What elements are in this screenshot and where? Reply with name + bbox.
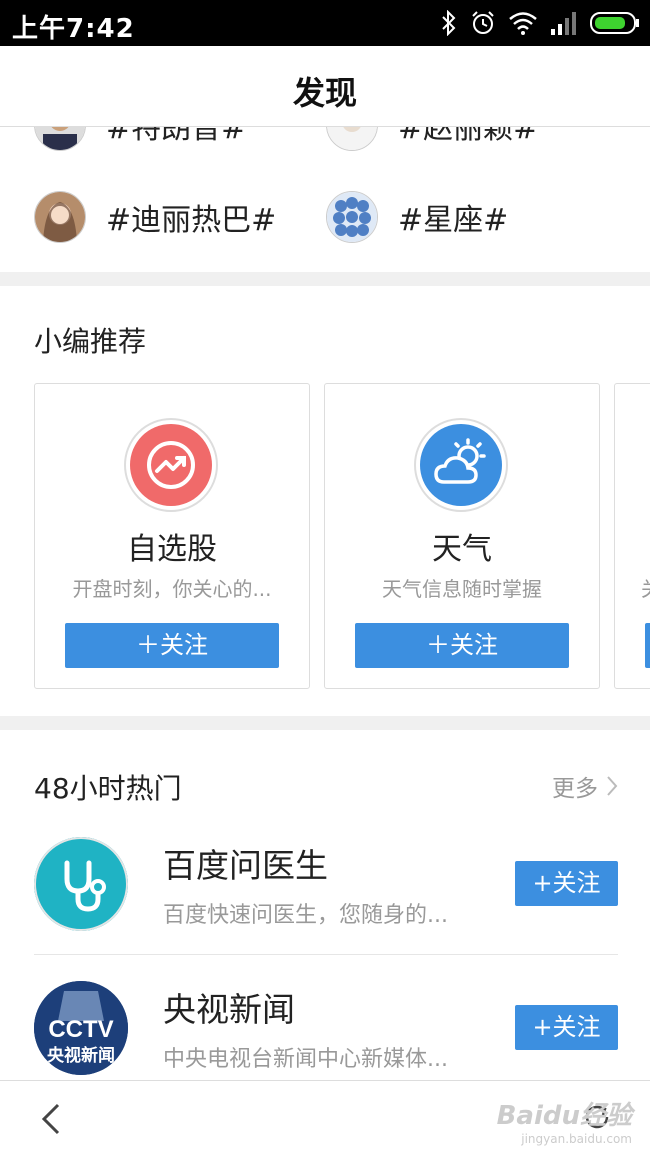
recommend-card[interactable]: 天气 天气信息随时掌握 ＋关注 — [324, 383, 600, 689]
alarm-icon — [472, 11, 494, 34]
card-name: 天气 — [432, 532, 492, 567]
watermark-text: Baidu经验 — [496, 1101, 632, 1131]
status-bar: 上午7:42 — [0, 0, 650, 46]
section-divider — [0, 716, 650, 730]
stethoscope-icon — [34, 837, 128, 931]
hot-title: 48小时热门 — [34, 772, 182, 805]
status-time: 上午7:42 — [12, 14, 135, 44]
more-label: 更多 — [552, 776, 598, 802]
recommend-carousel[interactable]: 自选股 开盘时刻，你关心的... ＋关注 天气 天气信息随时掌握 ＋关注 关 — [0, 383, 650, 691]
baidu-watermark: Baidu经验 jingyan.baidu.com — [497, 1095, 632, 1146]
avatar — [34, 126, 86, 151]
recommend-card[interactable]: 关 — [614, 383, 650, 689]
bottom-nav-bar: Baidu经验 jingyan.baidu.com — [0, 1080, 650, 1156]
recommend-card[interactable]: 自选股 开盘时刻，你关心的... ＋关注 — [34, 383, 310, 689]
hot-item-desc: 中央电视台新闻中心新媒体... — [163, 1047, 448, 1072]
cctv-logo: CCTV 央视新闻 — [34, 981, 128, 1075]
card-name: 自选股 — [127, 532, 217, 567]
status-icons — [440, 8, 640, 38]
chevron-right-icon — [607, 776, 618, 796]
follow-button[interactable]: ＋关注 — [355, 623, 569, 668]
watermark-sub: jingyan.baidu.com — [521, 1132, 632, 1146]
hot-item-desc: 百度快速问医生，您随身的... — [163, 903, 448, 928]
avatar — [34, 191, 86, 243]
card-desc: 开盘时刻，你关心的... — [72, 577, 272, 601]
stock-chart-icon — [130, 424, 212, 506]
hot-item-name: 百度问医生 — [163, 846, 328, 885]
avatar — [326, 191, 378, 243]
hot-item-name: 央视新闻 — [163, 990, 295, 1029]
back-arrow-icon[interactable] — [38, 1101, 64, 1137]
card-icon-ring — [414, 418, 508, 512]
page-header: 发现 — [0, 46, 650, 127]
hot-list-item[interactable]: 百度问医生 百度快速问医生，您随身的... +关注 — [0, 837, 650, 961]
topic-label: #迪丽热巴# — [106, 203, 277, 238]
card-desc: 关 — [641, 573, 650, 602]
topic-label: #特朗普# — [106, 126, 247, 146]
follow-button[interactable]: ＋关注 — [65, 623, 279, 668]
topic-item[interactable]: #赵丽颖# — [326, 126, 538, 151]
weather-icon — [420, 424, 502, 506]
topic-label: #赵丽颖# — [398, 126, 539, 146]
topic-grid: #特朗普# #赵丽颖# #迪丽热巴# #星座# — [0, 126, 650, 272]
more-link[interactable]: 更多 — [552, 769, 618, 803]
follow-button[interactable] — [645, 623, 650, 668]
section-divider — [0, 272, 650, 286]
card-desc: 天气信息随时掌握 — [382, 577, 542, 601]
list-divider — [34, 954, 618, 955]
wifi-icon — [509, 12, 537, 35]
follow-button[interactable]: +关注 — [515, 1005, 618, 1050]
recommend-title: 小编推荐 — [34, 325, 147, 358]
topic-label: #星座# — [398, 203, 509, 238]
topic-item[interactable]: #特朗普# — [34, 126, 246, 151]
follow-button[interactable]: +关注 — [515, 861, 618, 906]
avatar — [326, 126, 378, 151]
page-title: 发现 — [292, 74, 357, 112]
battery-icon — [590, 12, 639, 34]
signal-icon — [551, 12, 576, 35]
cctv-logo-subtext: 央视新闻 — [47, 1045, 115, 1066]
topic-item[interactable]: #迪丽热巴# — [34, 191, 276, 243]
card-icon-ring — [124, 418, 218, 512]
cctv-logo-text: CCTV — [48, 1016, 113, 1043]
topic-item[interactable]: #星座# — [326, 191, 508, 243]
bluetooth-icon — [442, 10, 456, 36]
